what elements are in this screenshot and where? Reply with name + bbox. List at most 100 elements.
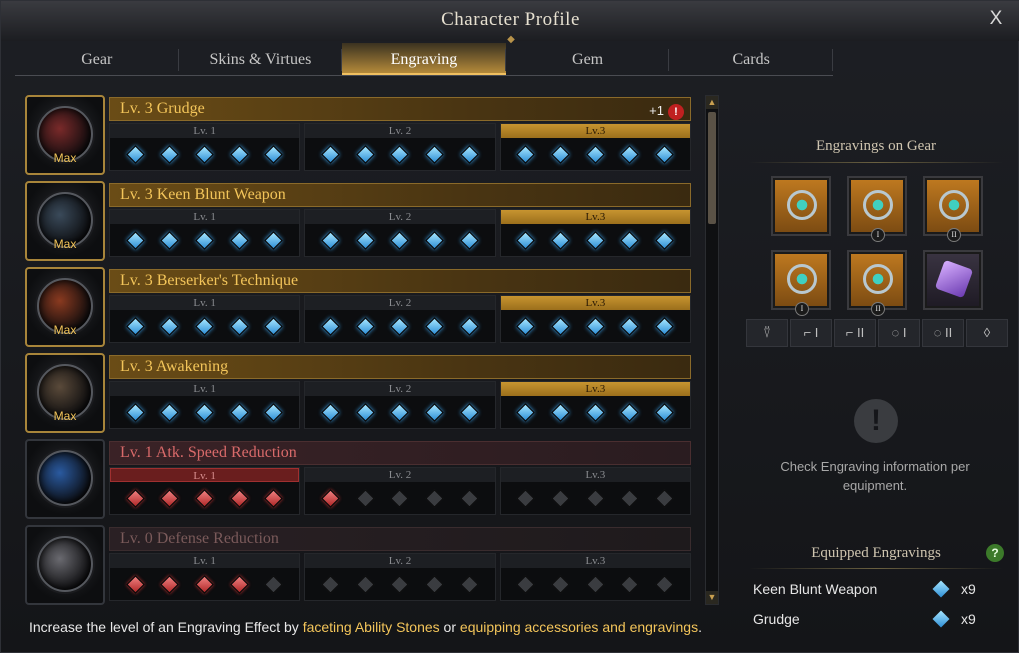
filled-node-icon: [620, 230, 640, 250]
gear-slot-ability-stone[interactable]: [923, 250, 983, 310]
empty-node-icon: [586, 488, 605, 508]
slot-filter-ability-stone[interactable]: ◊: [966, 319, 1008, 347]
filled-node-icon: [390, 316, 410, 336]
filled-node-icon: [321, 402, 340, 422]
node-row: [305, 224, 494, 256]
level-label: Lv. 2: [305, 468, 495, 482]
level-label: Lv. 1: [110, 296, 300, 310]
engraving-name-bar: Lv. 3 Grudge +1!: [109, 97, 691, 121]
gear-slot-ring-2[interactable]: II: [847, 250, 907, 316]
engraving-row[interactable]: Lv. 0 Defense Reduction Lv. 1 Lv. 2 Lv.3: [25, 525, 693, 607]
filled-node-icon: [390, 144, 410, 164]
engraving-portrait: Max: [25, 353, 105, 433]
node-row: [305, 310, 494, 342]
empty-node-icon: [620, 574, 640, 594]
level-label: Lv.3: [500, 554, 690, 568]
engraving-row[interactable]: Max Lv. 3 Grudge +1! Lv. 1 Lv. 2 Lv.3: [25, 95, 693, 181]
filled-node-icon: [390, 402, 410, 422]
tab-cards[interactable]: Cards: [669, 43, 833, 75]
node-row: [305, 138, 494, 170]
filled-node-icon: [321, 488, 340, 508]
node-row: [110, 482, 299, 514]
filled-node-icon: [425, 402, 444, 422]
level-label: Lv. 2: [305, 296, 495, 310]
filled-node-icon: [655, 316, 674, 336]
filled-node-icon: [160, 402, 180, 422]
node-row: [501, 224, 690, 256]
slot-filter-earring-2[interactable]: ⌐ II: [834, 319, 876, 347]
ability-stone-icon: [934, 259, 974, 299]
tab-gear[interactable]: Gear: [15, 43, 179, 75]
filled-node-icon: [264, 316, 284, 336]
scroll-thumb[interactable]: [708, 112, 716, 224]
equipped-engraving-row: Grudge x9: [753, 609, 981, 639]
tab-engraving[interactable]: Engraving: [342, 43, 506, 75]
slot-filter-earring-1[interactable]: ⌐ I: [790, 319, 832, 347]
gear-slot-earring-1[interactable]: I: [847, 176, 907, 242]
filled-node-icon: [425, 230, 444, 250]
node-row: [305, 482, 494, 514]
filled-node-icon: [551, 230, 570, 250]
level-tier: Lv.3: [499, 381, 691, 429]
slot-filter-ring-2[interactable]: ◌ II: [922, 319, 964, 347]
equipped-engraving-name: Grudge: [753, 611, 800, 627]
window-title: Character Profile: [441, 9, 580, 30]
character-profile-window: Character Profile ◆ X Gear Skins & Virtu…: [0, 0, 1019, 653]
scroll-up-icon[interactable]: ▲: [706, 96, 718, 109]
slot-filter-necklace[interactable]: ⍢: [746, 319, 788, 347]
level-label: Lv. 2: [305, 554, 495, 568]
node-row: [501, 482, 690, 514]
filled-node-icon: [126, 144, 145, 164]
engraving-row[interactable]: Max Lv. 3 Berserker's Technique Lv. 1 Lv. 2…: [25, 267, 693, 353]
filled-node-icon: [460, 316, 479, 336]
footer-prefix: Increase the level of an Engraving Effec…: [29, 619, 303, 635]
filled-node-icon: [195, 230, 214, 250]
empty-node-icon: [551, 488, 570, 508]
filled-node-icon: [195, 488, 214, 508]
equipped-engraving-count: x9: [961, 581, 976, 597]
level-tier: Lv. 1: [109, 209, 301, 257]
gear-slot-ring-1[interactable]: I: [771, 250, 831, 316]
bonus-indicator[interactable]: +1!: [649, 100, 684, 122]
filled-node-icon: [586, 230, 605, 250]
node-row: [305, 568, 494, 600]
slot-tag: I: [871, 228, 885, 242]
level-label: Lv.3: [500, 210, 690, 224]
max-badge: Max: [53, 323, 77, 337]
slot-filter-ring-1[interactable]: ◌ I: [878, 319, 920, 347]
engraving-row[interactable]: Max Lv. 3 Awakening Lv. 1 Lv. 2 Lv.3: [25, 353, 693, 439]
engraving-levels: Lv. 1 Lv. 2 Lv.3: [109, 123, 691, 171]
engraving-list-scrollbar[interactable]: ▲ ▼: [705, 95, 719, 605]
close-button[interactable]: X: [986, 8, 1006, 30]
engraving-row[interactable]: Lv. 1 Atk. Speed Reduction Lv. 1 Lv. 2 Lv.3: [25, 439, 693, 525]
max-badge: Max: [53, 151, 77, 165]
equipping-accessories-link[interactable]: equipping accessories and engravings: [460, 619, 698, 635]
empty-node-icon: [321, 574, 340, 594]
gear-slot-necklace[interactable]: [771, 176, 831, 236]
level-tier: Lv.3: [499, 209, 691, 257]
footer-hint: Increase the level of an Engraving Effec…: [29, 619, 702, 635]
faceting-ability-stones-link[interactable]: faceting Ability Stones: [303, 619, 440, 635]
engraving-row[interactable]: Max Lv. 3 Keen Blunt Weapon Lv. 1 Lv. 2 Lv.3: [25, 181, 693, 267]
filled-node-icon: [126, 230, 145, 250]
filled-node-icon: [321, 144, 340, 164]
equipped-engravings-list: Keen Blunt Weapon x9 Grudge x9: [753, 579, 981, 639]
filled-node-icon: [551, 144, 570, 164]
help-icon[interactable]: ?: [986, 544, 1004, 562]
tab-gem[interactable]: Gem: [506, 43, 670, 75]
tab-skins-virtues[interactable]: Skins & Virtues: [179, 43, 343, 75]
alert-icon: !: [668, 104, 684, 120]
tab-bar: Gear Skins & Virtues Engraving Gem Cards: [15, 43, 833, 76]
filled-node-icon: [160, 574, 180, 594]
scroll-down-icon[interactable]: ▼: [706, 591, 718, 604]
engraving-name-bar: Lv. 3 Awakening: [109, 355, 691, 379]
level-tier: Lv.3: [499, 295, 691, 343]
filled-node-icon: [126, 402, 145, 422]
level-tier: Lv. 2: [304, 553, 496, 601]
gear-slot-earring-2[interactable]: II: [923, 176, 983, 242]
filled-node-icon: [586, 402, 605, 422]
engraving-levels: Lv. 1 Lv. 2 Lv.3: [109, 209, 691, 257]
filled-node-icon: [195, 402, 214, 422]
empty-node-icon: [655, 488, 674, 508]
level-label: Lv.3: [500, 382, 690, 396]
